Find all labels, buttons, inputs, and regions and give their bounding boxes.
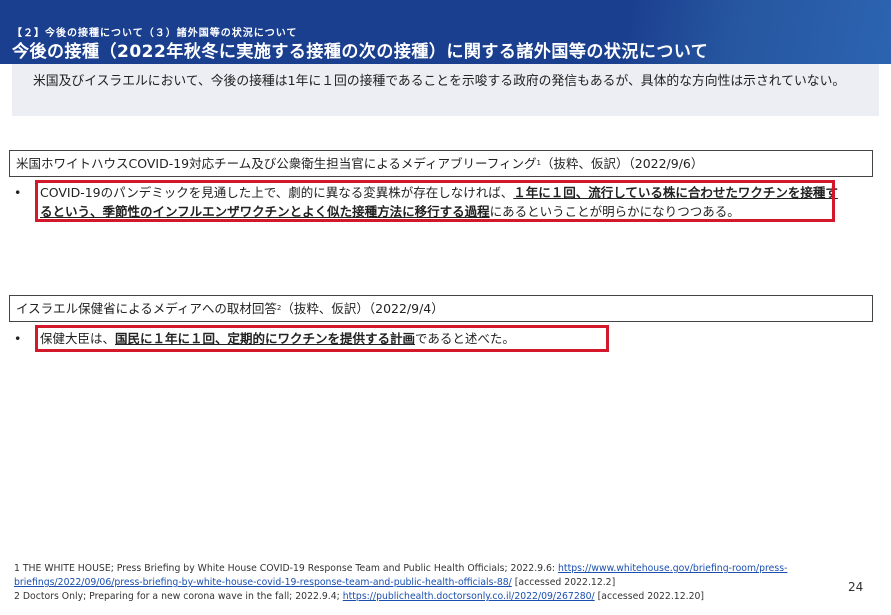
section-header-title: 米国ホワイトハウスCOVID-19対応チーム及び公衆衛生担当官によるメディアブリ… — [16, 156, 537, 171]
footnote-accessed: [accessed 2022.12.20] — [594, 591, 705, 602]
summary-text: 米国及びイスラエルにおいて、今後の接種は1年に１回の接種であることを示唆する政府… — [33, 74, 846, 89]
footnote-text: 1 THE WHITE HOUSE; Press Briefing by Whi… — [14, 563, 559, 574]
section-header-suffix: （抜粋、仮訳）（2022/9/6） — [540, 156, 704, 171]
section-header-israel-moh: イスラエル保健省によるメディアへの取材回答2（抜粋、仮訳）（2022/9/4） — [9, 295, 873, 322]
footnote-text: 2 Doctors Only; Preparing for a new coro… — [14, 591, 343, 602]
footnote-accessed: [accessed 2022.12.2] — [511, 577, 616, 588]
bullet-marker: • — [14, 185, 22, 200]
bullet-marker: • — [14, 331, 22, 346]
footnote-link[interactable]: https://publichealth.doctorsonly.co.il/2… — [343, 591, 595, 602]
page-number: 24 — [848, 580, 864, 594]
footnotes: 1 THE WHITE HOUSE; Press Briefing by Whi… — [14, 562, 860, 604]
footnote-2: 2 Doctors Only; Preparing for a new coro… — [14, 590, 860, 604]
footnote-1: 1 THE WHITE HOUSE; Press Briefing by Whi… — [14, 562, 860, 590]
slide-title: 今後の接種（2022年秋冬に実施する接種の次の接種）に関する諸外国等の状況につい… — [12, 42, 709, 62]
summary-box: 米国及びイスラエルにおいて、今後の接種は1年に１回の接種であることを示唆する政府… — [12, 64, 879, 116]
highlight-frame-us — [35, 180, 835, 222]
section-header-title: イスラエル保健省によるメディアへの取材回答 — [16, 301, 277, 316]
section-header-suffix: （抜粋、仮訳）（2022/9/4） — [281, 301, 444, 316]
highlight-frame-israel — [35, 325, 609, 352]
section-header-us-white-house: 米国ホワイトハウスCOVID-19対応チーム及び公衆衛生担当官によるメディアブリ… — [9, 150, 873, 177]
slide-header: 【２】今後の接種について（３）諸外国等の状況について 今後の接種（2022年秋冬… — [0, 0, 891, 64]
